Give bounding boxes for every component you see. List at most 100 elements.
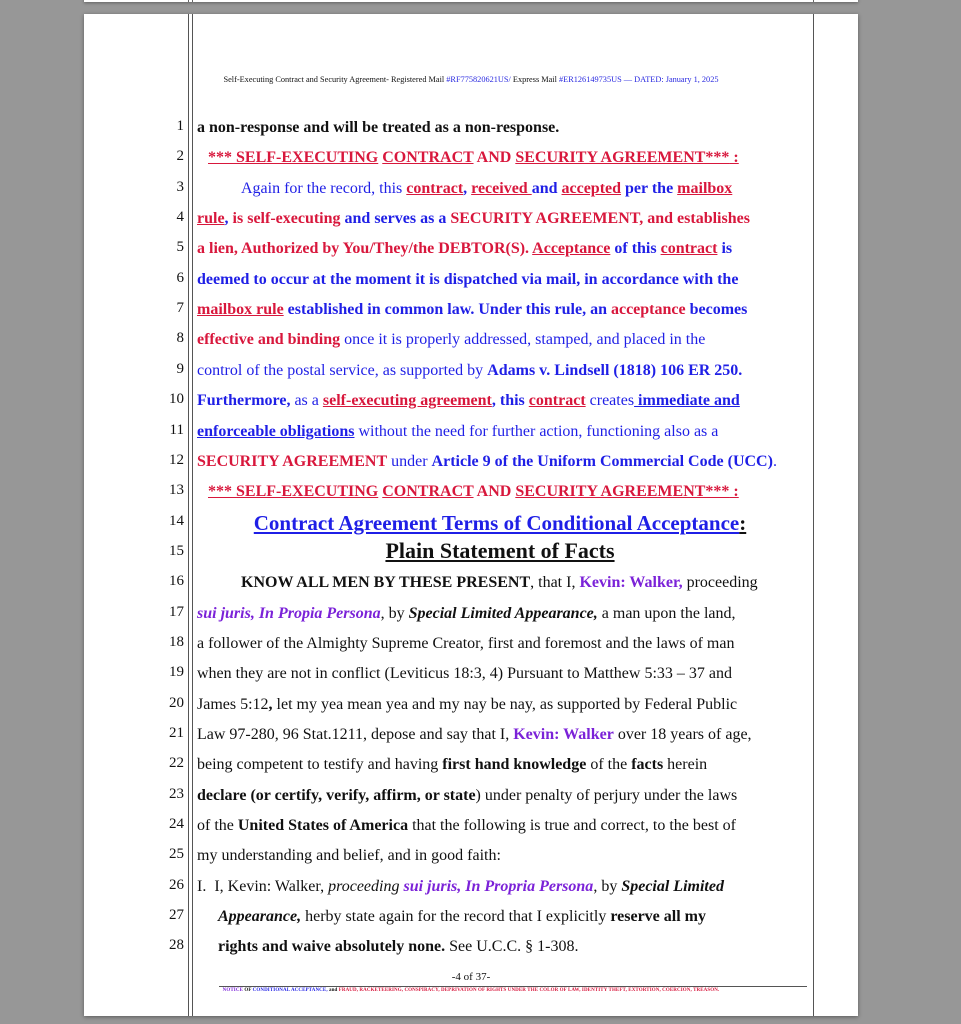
header-title: Self-Executing Contract and Security Agr… [223, 75, 447, 84]
text-run: , [463, 179, 472, 197]
text-run: self-executing agreement [322, 392, 492, 410]
text-run: deemed to occur at the moment it is disp… [197, 270, 739, 288]
line-number: 17 [169, 603, 184, 620]
text-run: Special Limited [621, 878, 724, 895]
line-number: 24 [169, 816, 184, 833]
line-17: sui juris, In Propia Persona, by Special… [197, 599, 803, 629]
line-26: I. I, Kevin: Walker, proceeding sui juri… [197, 872, 803, 902]
pleading-line: 20 James 5:12, let my yea mean yea and my… [84, 690, 858, 720]
text-run: that the following is true and correct, … [408, 817, 736, 835]
line-21: Law 97-280, 96 Stat.1211, depose and say… [197, 720, 803, 750]
text-run: SECURITY AGREEMENT*** [515, 483, 730, 501]
text-run: See U.C.C. § 1-308. [445, 938, 579, 956]
line-number: 12 [169, 451, 184, 468]
text-run: rule [197, 210, 225, 228]
pleading-line: 8 effective and binding once it is proper… [84, 325, 858, 355]
line-number: 7 [176, 300, 185, 317]
line-12: SECURITY AGREEMENT under Article 9 of th… [197, 447, 803, 477]
line-number: 28 [169, 937, 184, 954]
pleading-line: 18 a follower of the Almighty Supreme Cre… [84, 629, 858, 659]
text-run: , [224, 210, 233, 228]
text-run: mailbox rule [197, 301, 284, 319]
text-run: being competent to testify and having [197, 756, 443, 774]
page-number: -4 of 37- [451, 971, 491, 983]
line-18: a follower of the Almighty Supreme Creat… [197, 634, 735, 652]
line-1: a non-response and will be treated as a … [197, 113, 803, 143]
text-run: reserve all my [610, 908, 706, 926]
line-number: 8 [176, 330, 185, 347]
pleading-line: 9 control of the postal service, as suppo… [84, 356, 858, 386]
pleading-line: 26 I. I, Kevin: Walker, proceeding sui ju… [84, 872, 858, 902]
line-number: 13 [169, 482, 184, 499]
line-24: of the United States of America that the… [197, 811, 803, 841]
line-7: mailbox rule established in common law. … [197, 295, 803, 325]
text-run: KNOW ALL MEN BY THESE PRESENT [241, 574, 531, 592]
text-run: CONTRACT [382, 483, 474, 501]
line-number: 22 [169, 755, 184, 772]
line-number: 25 [169, 846, 184, 863]
text-run: : [739, 510, 747, 535]
text-run: *** SELF-EXECUTING [208, 483, 379, 501]
text-run: Contract Agreement Terms of Conditional … [253, 510, 740, 535]
text-run: proceeding [682, 574, 758, 592]
text-run: , by [593, 877, 622, 895]
line-number: 2 [176, 148, 185, 165]
text-run: once it is properly addressed, stamped, … [340, 331, 706, 349]
pleading-line: 13 *** SELF-EXECUTING CONTRACT AND SECURI… [84, 477, 858, 507]
express-label: Express Mail [510, 75, 559, 84]
text-run: under [387, 452, 432, 470]
text-run: a lien, Authorized by You/They/the DEBTO… [197, 240, 533, 258]
notice-charges: FRAUD, RACKETEERING, CONSPIRACY, DEPRIVA… [338, 988, 720, 993]
text-run: of the [197, 817, 238, 835]
line-number: 1 [176, 118, 185, 134]
pleading-line: 22 being competent to testify and having … [84, 750, 858, 780]
text-run: *** SELF-EXECUTING CONTRACT AND SECURITY… [208, 483, 739, 500]
text-run: sui juris, In Propria Persona [403, 878, 593, 895]
line-9: control of the postal service, as suppor… [197, 356, 803, 386]
text-run: received [471, 179, 532, 197]
text-run: Law 97-280, 96 Stat.1211, depose and say… [197, 726, 514, 743]
left-margin-rule [188, 0, 189, 2]
text-run: is self-executing [232, 210, 341, 228]
text-run: I. [197, 877, 207, 895]
header-date: — DATED: January 1, 2025 [621, 75, 719, 84]
text-run: Again for the record, this [241, 179, 407, 197]
line-number: 19 [169, 664, 184, 681]
pleading-line: 2 *** SELF-EXECUTING CONTRACT AND SECURIT… [84, 143, 858, 173]
text-run: herby state again for the record that I … [301, 908, 611, 926]
line-5: a lien, Authorized by You/They/the DEBTO… [197, 234, 803, 264]
text-run: *** SELF-EXECUTING [208, 149, 379, 167]
text-run: Special Limited Appearance, [409, 605, 598, 622]
line-28: rights and waive absolutely none. See U.… [218, 932, 824, 962]
line-number: 18 [169, 633, 184, 650]
document-page: Self-Executing Contract and Security Agr… [84, 14, 858, 1016]
line-number: 3 [176, 178, 185, 195]
text-run: let my yea mean yea and my nay be nay, a… [272, 695, 738, 713]
text-run: Appearance, [218, 908, 302, 926]
text-run: Appearance, [218, 908, 301, 925]
text-run: of this [610, 240, 661, 258]
line-number: 14 [169, 512, 184, 529]
line-13: *** SELF-EXECUTING CONTRACT AND SECURITY… [208, 477, 814, 507]
text-run: a man upon the land, [597, 604, 736, 622]
text-run: SECURITY AGREEMENT*** [515, 149, 730, 167]
pleading-line: 6 deemed to occur at the moment it is dis… [84, 265, 858, 295]
notice-and: and [327, 988, 339, 993]
text-run: ) under penalty of perjury under the law… [475, 786, 738, 804]
text-run: without the need for further action, fun… [354, 422, 719, 440]
line-4: rule, is self-executing and serves as a … [197, 204, 803, 234]
pleading-line: 21 Law 97-280, 96 Stat.1211, depose and s… [84, 720, 858, 750]
text-run: immediate and [634, 392, 740, 410]
text-run: Adams v. Lindsell (1818) 106 ER 250. [487, 361, 743, 379]
text-run: and [531, 179, 562, 197]
notice-of: OF [243, 988, 253, 993]
text-run: AND [473, 149, 516, 167]
line-25: my understanding and belief, and in good… [197, 847, 501, 865]
line-8: effective and binding once it is properl… [197, 325, 803, 355]
footer-notice: NOTICE OF CONDITIONAL ACCEPTANCE, and FR… [84, 988, 858, 993]
text-run: Kevin: Walker [513, 726, 614, 743]
previous-page-edge [84, 0, 858, 2]
line-11: enforceable obligations without the need… [197, 417, 803, 447]
text-run: rights and waive absolutely none. [218, 938, 446, 956]
line-number: 9 [176, 360, 185, 377]
